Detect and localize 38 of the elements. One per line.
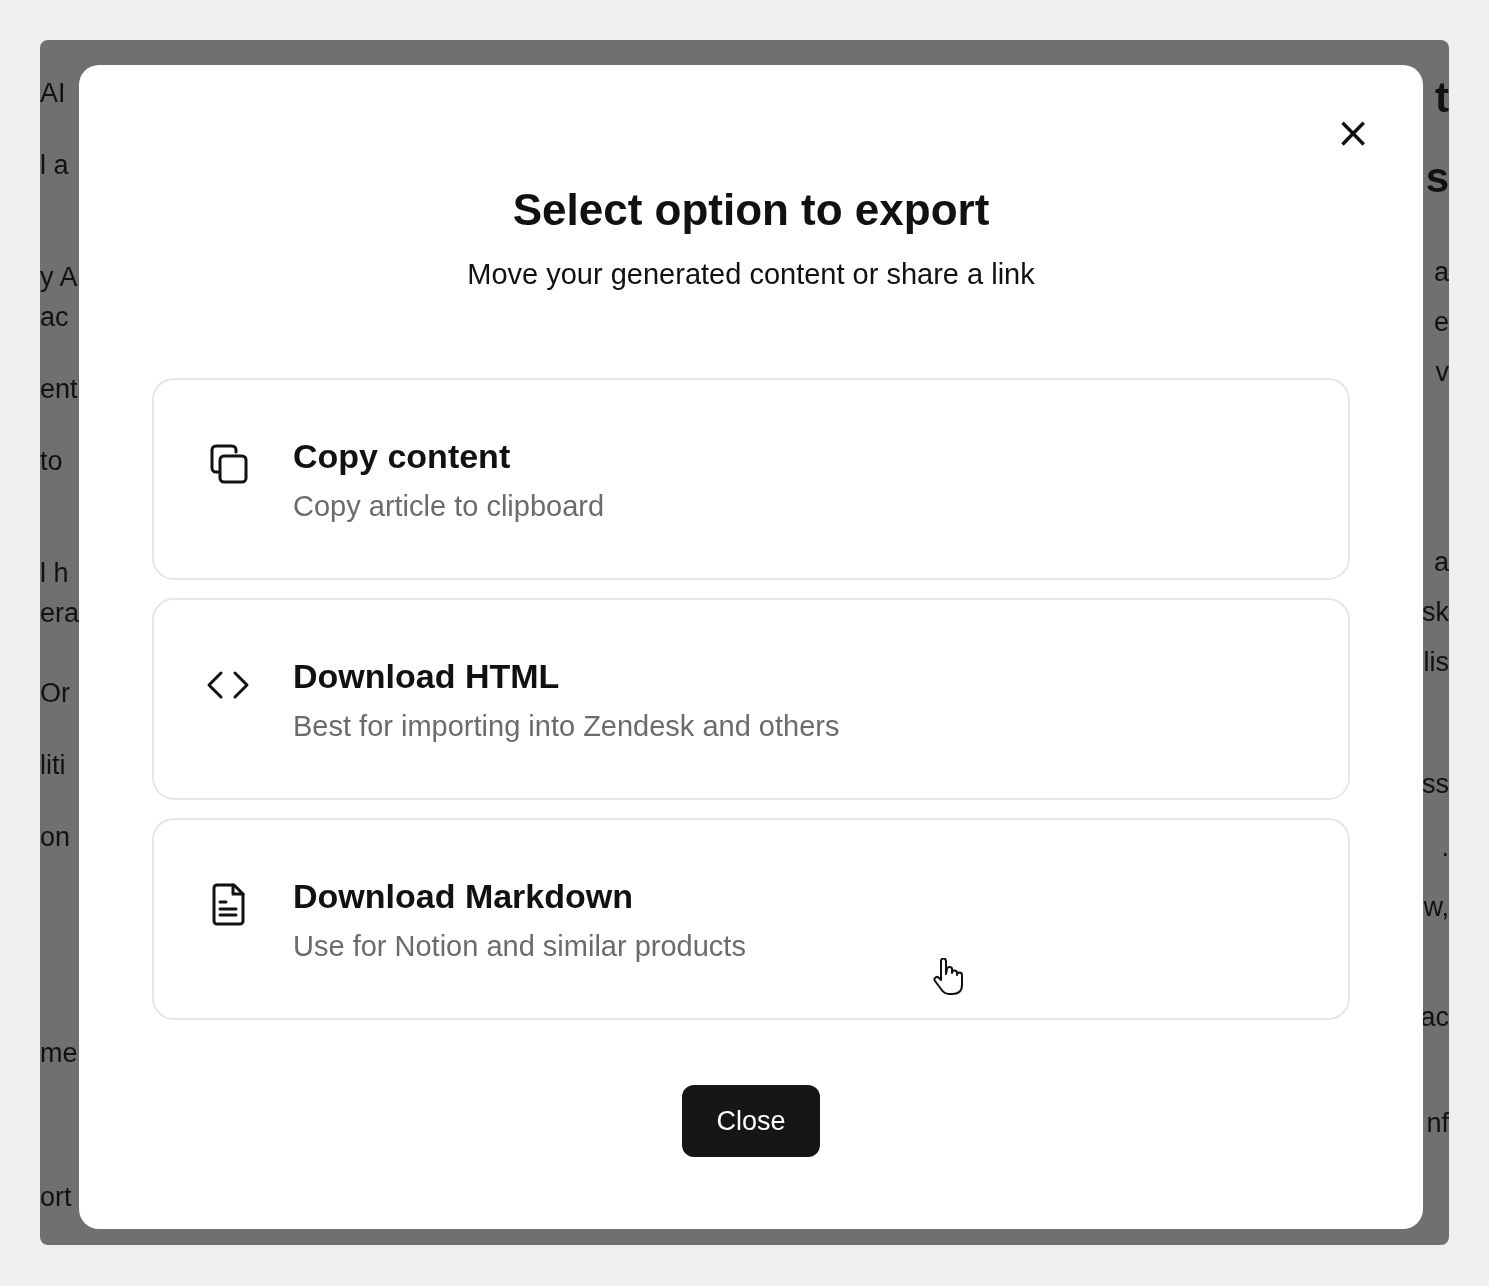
background-text: e: [1433, 306, 1449, 339]
background-text: y A: [40, 261, 78, 294]
option-title: Copy content: [293, 436, 512, 476]
background-text: era: [40, 597, 79, 630]
background-text: liti: [40, 749, 66, 782]
background-text: lis: [1423, 646, 1449, 679]
option-title: Download HTML: [293, 656, 561, 696]
background-text: l h: [40, 557, 69, 590]
export-option[interactable]: Download HTML Best for importing into Zendesk and others: [152, 598, 1350, 800]
hand-cursor-icon: [932, 958, 966, 996]
close-button[interactable]: Close: [682, 1085, 820, 1157]
background-text: ss: [1423, 768, 1449, 801]
background-text: AI: [40, 77, 66, 110]
dialog-subtitle: Move your generated content or share a link: [467, 257, 1035, 292]
background-text: me: [40, 1037, 78, 1070]
export-option[interactable]: Copy content Copy article to clipboard: [152, 378, 1350, 580]
background-text: v: [1435, 356, 1449, 389]
background-text: ort: [40, 1181, 72, 1214]
option-title: Download Markdown: [293, 876, 634, 916]
dialog-title: Select option to export: [512, 185, 990, 235]
option-description: Best for importing into Zendesk and others: [293, 709, 840, 744]
background-text: on: [40, 821, 71, 854]
option-description: Copy article to clipboard: [293, 489, 605, 524]
export-option[interactable]: Download Markdown Use for Notion and similar products: [152, 818, 1350, 1020]
background-text: l a: [40, 149, 69, 182]
background-text: Or: [40, 677, 70, 710]
background-text: sk: [1423, 596, 1449, 629]
background-text: a: [1433, 256, 1449, 289]
background-text: t: [1435, 73, 1449, 123]
background-text: a: [1433, 546, 1449, 579]
option-description: Use for Notion and similar products: [293, 929, 746, 964]
background-text: w,: [1423, 891, 1449, 924]
background-text: nf: [1426, 1107, 1449, 1140]
background-text: ent: [40, 373, 78, 406]
background-text: ac: [40, 301, 69, 334]
background-text: s: [1425, 153, 1449, 203]
background-text: to: [40, 445, 63, 478]
background-text: .: [1441, 831, 1449, 864]
